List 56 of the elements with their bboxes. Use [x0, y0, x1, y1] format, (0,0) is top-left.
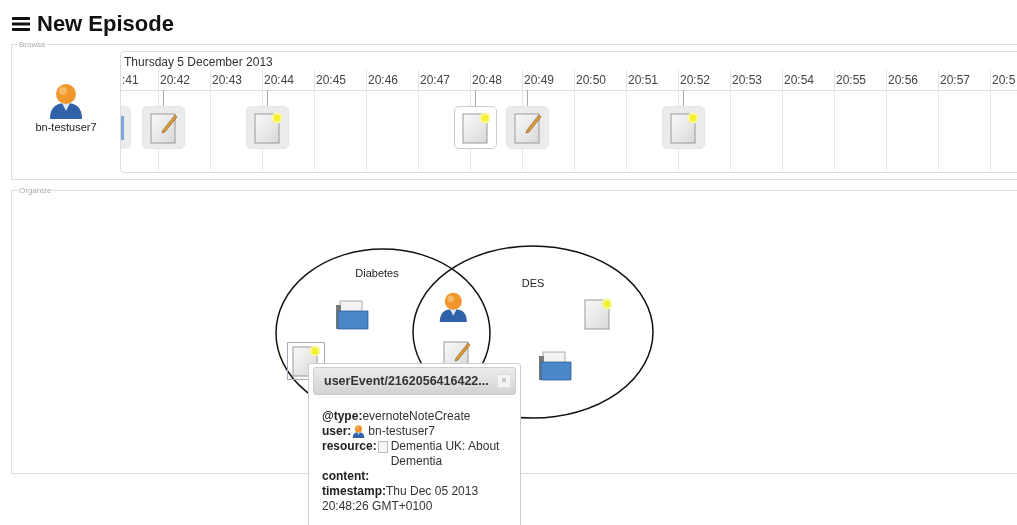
timeline-date: Thursday 5 December 2013 — [123, 54, 274, 70]
field-text: @type:evernoteNoteCreate — [322, 409, 472, 424]
time-label: 20:57 — [939, 72, 971, 89]
popup-title: userEvent/2162056416422... — [324, 374, 489, 388]
time-label: 20:43 — [211, 72, 243, 89]
field-value: Dementia UK: About Dementia — [390, 439, 501, 469]
event-tile[interactable] — [246, 106, 289, 149]
person-icon — [437, 291, 469, 323]
folder-icon — [335, 300, 369, 330]
time-label: :41 — [121, 72, 139, 89]
note-icon — [377, 440, 388, 453]
note-edge-icon — [121, 115, 124, 140]
page-title: New Episode — [37, 11, 174, 37]
close-button[interactable]: × — [497, 374, 511, 388]
time-label: 20:5 — [991, 72, 1016, 89]
event-tile[interactable] — [662, 106, 705, 149]
time-label: 20:47 — [419, 72, 451, 89]
set-item[interactable] — [334, 299, 370, 331]
note-pencil-icon — [513, 111, 542, 144]
section-legend: Organize — [18, 186, 53, 195]
time-label: 20:44 — [263, 72, 295, 89]
field-label: resource: — [322, 439, 377, 454]
time-label: 20:53 — [731, 72, 763, 89]
time-label: 20:50 — [575, 72, 607, 89]
time-label: 20:49 — [523, 72, 555, 89]
set-label: Diabetes — [355, 267, 399, 279]
folder-icon — [538, 351, 572, 381]
time-label: 20:48 — [471, 72, 503, 89]
note-icon — [461, 111, 490, 144]
event-tile[interactable] — [121, 106, 131, 149]
user-name: bn-testuser7 — [35, 121, 97, 133]
event-tile[interactable] — [142, 106, 185, 149]
note-pencil-icon — [149, 111, 178, 144]
person-icon — [352, 425, 366, 438]
time-label: 20:52 — [679, 72, 711, 89]
time-label: 20:56 — [887, 72, 919, 89]
event-tile[interactable] — [506, 106, 549, 149]
time-label: 20:55 — [835, 72, 867, 89]
time-label: 20:42 — [159, 72, 191, 89]
field-text: timestamp:Thu Dec 05 2013 20:48:26 GMT+0100 — [322, 484, 480, 514]
time-label: 20:54 — [783, 72, 815, 89]
time-label: 20:46 — [367, 72, 399, 89]
note-icon — [669, 111, 698, 144]
user-avatar-icon — [48, 83, 84, 119]
field-label: user: — [322, 424, 352, 439]
set-label: DES — [521, 277, 545, 289]
note-icon — [584, 298, 612, 330]
field-value: bn-testuser7 — [368, 424, 436, 439]
set-item[interactable] — [537, 350, 573, 382]
menu-icon[interactable] — [12, 17, 30, 31]
field-text: content: — [322, 469, 371, 484]
time-label: 20:45 — [315, 72, 347, 89]
section-legend: Browse — [18, 40, 47, 49]
time-label: 20:51 — [627, 72, 659, 89]
event-tile[interactable] — [454, 106, 497, 149]
note-icon — [253, 111, 282, 144]
